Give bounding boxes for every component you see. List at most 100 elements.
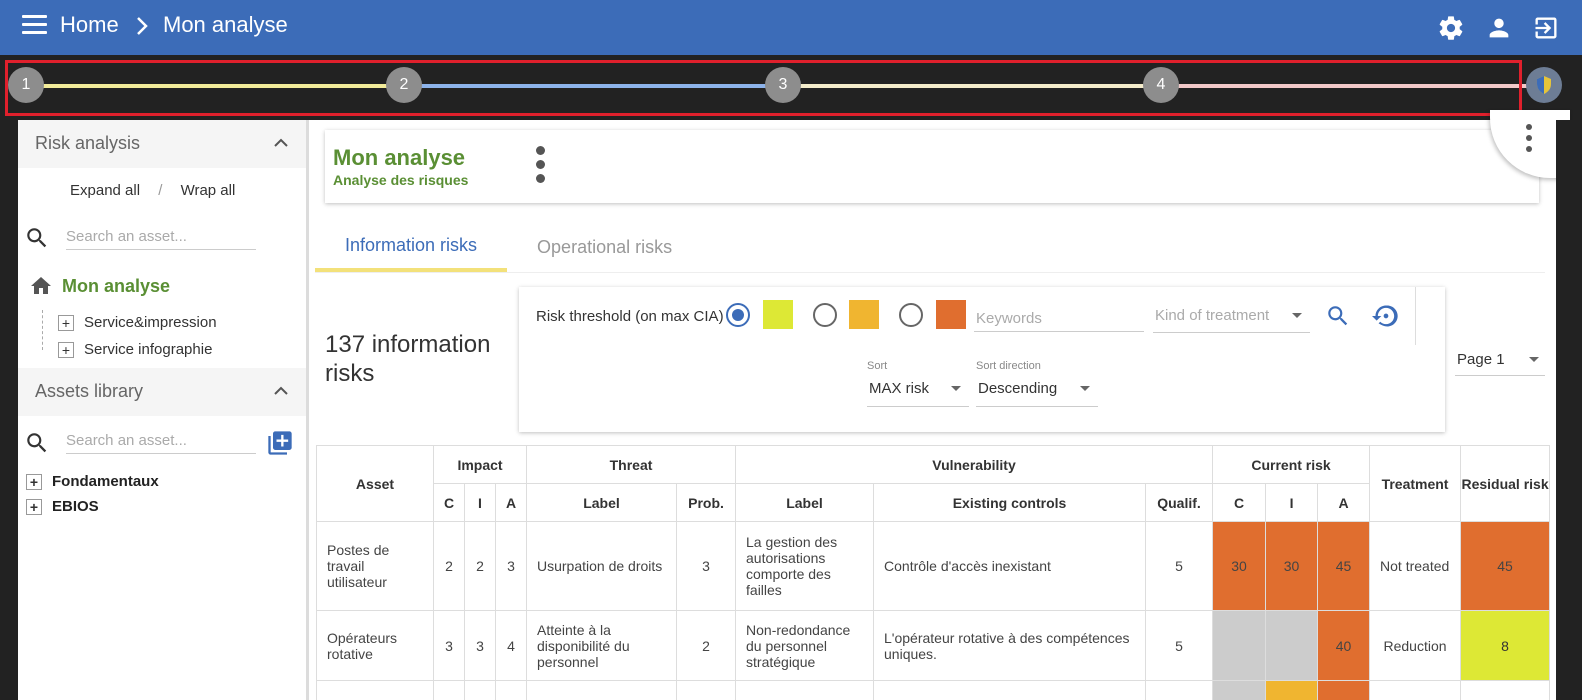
treatment-select[interactable]: Kind of treatment <box>1153 303 1310 333</box>
header-treatment: Treatment <box>1369 445 1462 522</box>
expand-icon[interactable]: + <box>26 498 42 515</box>
page-select[interactable]: Page 1 <box>1455 348 1545 376</box>
library-item-label: Fondamentaux <box>52 473 159 490</box>
keywords-input[interactable] <box>974 306 1144 332</box>
table-row[interactable]: Opérateurs rotative 3 3 4 Atteinte à la … <box>316 610 1551 681</box>
expand-icon[interactable]: + <box>58 341 74 358</box>
header-risk-a[interactable]: A <box>1317 483 1371 522</box>
cell-risk-c: 30 <box>1212 521 1267 611</box>
tree-item-service-impression[interactable]: + Service&impression <box>58 314 217 331</box>
cell-existing-controls[interactable]: L'opérateur rotative à des compétences u… <box>873 610 1147 681</box>
expand-wrap-row: Expand all / Wrap all <box>70 182 249 199</box>
cell-treatment-link[interactable]: Not treated <box>1369 521 1462 611</box>
breadcrumb-home[interactable]: Home <box>60 12 119 38</box>
threshold-radio-high[interactable] <box>899 303 923 327</box>
tree-item-label: Service&impression <box>84 314 217 331</box>
chevron-right-icon <box>137 17 148 35</box>
cell-residual-risk <box>1460 680 1551 700</box>
header-asset[interactable]: Asset <box>316 445 434 522</box>
header-existing-controls[interactable]: Existing controls <box>873 483 1147 522</box>
cell-existing-controls[interactable]: Contrôle d'accès inexistant <box>873 521 1147 611</box>
menu-icon[interactable] <box>22 15 47 35</box>
dropdown-arrow-icon <box>1529 357 1539 362</box>
expand-icon[interactable]: + <box>26 473 42 490</box>
breadcrumb-current: Mon analyse <box>163 12 288 37</box>
table-row[interactable] <box>316 680 1551 700</box>
account-icon[interactable] <box>1485 14 1513 42</box>
cell-risk-i: 30 <box>1265 521 1319 611</box>
reset-filters-icon[interactable] <box>1372 302 1400 330</box>
filter-panel: Risk threshold (on max CIA) Kind of trea… <box>519 287 1445 432</box>
header-impact-c[interactable]: C <box>433 483 465 522</box>
cell-impact-c: 3 <box>433 610 465 681</box>
wrap-all-link[interactable]: Wrap all <box>181 182 236 199</box>
cell-impact-i: 2 <box>464 521 496 611</box>
risks-table: Asset Impact Threat Vulnerability Curren… <box>316 445 1551 700</box>
shield-icon[interactable] <box>1526 67 1562 103</box>
expand-all-link[interactable]: Expand all <box>70 182 140 199</box>
expand-icon[interactable]: + <box>58 314 74 331</box>
header-risk-i[interactable]: I <box>1265 483 1319 522</box>
tab-operational-risks[interactable]: Operational risks <box>507 222 702 272</box>
library-item-label: EBIOS <box>52 498 99 515</box>
cell-vuln-label <box>735 680 875 700</box>
cell-treatment-link[interactable]: Reduction <box>1369 610 1462 681</box>
header-qualif[interactable]: Qualif. <box>1145 483 1214 522</box>
header-impact-a[interactable]: A <box>495 483 527 522</box>
header-threat: Threat <box>525 445 737 484</box>
tab-information-risks[interactable]: Information risks <box>315 222 508 272</box>
cell-risk-a <box>1317 680 1371 700</box>
chevron-up-icon[interactable] <box>272 134 290 152</box>
cell-threat-label <box>526 680 677 700</box>
header-risk-c[interactable]: C <box>1212 483 1267 522</box>
risk-analysis-header[interactable]: Risk analysis <box>18 120 306 168</box>
tree-connector <box>42 310 43 350</box>
assets-library-title: Assets library <box>35 381 144 401</box>
search-icon <box>27 228 47 248</box>
cell-risk-a: 40 <box>1317 610 1371 681</box>
search-icon[interactable] <box>1325 303 1351 329</box>
header-threat-prob[interactable]: Prob. <box>675 483 737 522</box>
more-options-icon[interactable] <box>536 146 545 183</box>
tree-root[interactable]: Mon analyse <box>28 274 170 298</box>
cell-qualif[interactable]: 5 <box>1145 610 1214 681</box>
page-scrollbar[interactable] <box>1556 120 1582 700</box>
cell-impact-c <box>433 680 465 700</box>
cell-threat-label: Atteinte à la disponibilité du personnel <box>526 610 677 681</box>
cell-threat-prob <box>675 680 737 700</box>
logout-icon[interactable] <box>1532 14 1560 42</box>
sort-select[interactable]: MAX risk <box>867 376 969 407</box>
gear-icon[interactable] <box>1437 14 1465 42</box>
add-library-icon[interactable] <box>266 429 294 457</box>
cell-impact-a <box>495 680 527 700</box>
sort-select-value: MAX risk <box>869 380 929 397</box>
header-vuln-label[interactable]: Label <box>735 483 875 522</box>
sort-direction-select[interactable]: Descending <box>976 376 1098 407</box>
more-vert-icon[interactable] <box>1526 124 1532 152</box>
cell-impact-a: 4 <box>495 610 527 681</box>
header-impact-i[interactable]: I <box>464 483 496 522</box>
library-item-fondamentaux[interactable]: + Fondamentaux <box>26 473 159 490</box>
tree-item-service-infographie[interactable]: + Service infographie <box>58 341 212 358</box>
threshold-radio-medium[interactable] <box>813 303 837 327</box>
header-residual-risk[interactable]: Residual risk <box>1460 445 1551 522</box>
table-row[interactable]: Postes de travail utilisateur 2 2 3 Usur… <box>316 521 1551 611</box>
threshold-radio-low[interactable] <box>726 303 750 327</box>
header-current-risk: Current risk <box>1212 445 1371 484</box>
filter-divider <box>1415 287 1416 345</box>
cell-vuln-label: La gestion des autorisations comporte de… <box>735 521 875 611</box>
assets-library-header[interactable]: Assets library <box>18 368 306 416</box>
dropdown-arrow-icon <box>1292 313 1302 318</box>
top-app-bar: Home Mon analyse <box>0 0 1582 55</box>
cell-qualif[interactable]: 5 <box>1145 521 1214 611</box>
analysis-title: Mon analyse <box>333 145 466 170</box>
dropdown-arrow-icon <box>1080 386 1090 391</box>
search-icon <box>27 433 47 453</box>
chevron-up-icon[interactable] <box>272 382 290 400</box>
cell-risk-c <box>1212 680 1267 700</box>
cell-impact-i: 3 <box>464 610 496 681</box>
library-search-input[interactable] <box>66 428 256 454</box>
library-item-ebios[interactable]: + EBIOS <box>26 498 99 515</box>
asset-search-input[interactable] <box>66 224 256 250</box>
header-threat-label[interactable]: Label <box>526 483 677 522</box>
